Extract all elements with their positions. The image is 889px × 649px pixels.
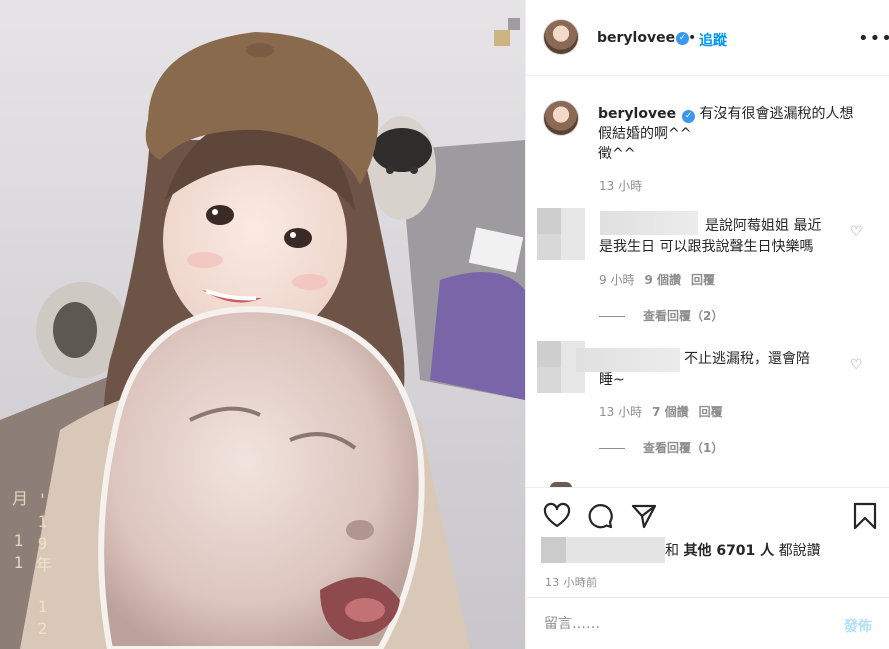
comment-time[interactable]: 13 小時 bbox=[599, 405, 642, 419]
liker-blurred bbox=[541, 537, 665, 563]
caption-line-2: 假結婚的啊^^ bbox=[598, 126, 692, 142]
author-username[interactable]: berylovee bbox=[597, 30, 675, 46]
replies-divider bbox=[599, 316, 625, 317]
comment-text-line-2: 是我生日 可以跟我說聲生日快樂嗎 bbox=[599, 239, 814, 255]
separator-dot: • bbox=[688, 30, 697, 46]
likes-suffix: 都說讚 bbox=[778, 543, 821, 559]
caption-time[interactable]: 13 小時 bbox=[599, 177, 642, 194]
commenter-name-blurred[interactable] bbox=[600, 211, 698, 235]
verified-badge-icon: ✓ bbox=[682, 110, 696, 123]
selfie-image bbox=[0, 0, 525, 649]
comment-reply-button[interactable]: 回覆 bbox=[699, 405, 723, 419]
author-avatar[interactable] bbox=[543, 19, 579, 55]
caption-line-1: 有沒有很會逃漏稅的人想 bbox=[699, 106, 854, 122]
commenter-avatar[interactable] bbox=[537, 208, 585, 260]
likes-count[interactable]: 其他 6701 人 bbox=[683, 543, 774, 559]
comment-likes[interactable]: 7 個讚 bbox=[652, 405, 689, 419]
comment-meta: 13 小時 7 個讚 回覆 bbox=[599, 403, 723, 420]
likes-summary[interactable]: 和 其他 6701 人 都說讚 bbox=[541, 537, 881, 563]
post-header: berylovee ✓ • 追蹤 ••• bbox=[526, 0, 889, 76]
comment-icon[interactable] bbox=[586, 502, 614, 530]
comment-like-heart-icon[interactable]: ♡ bbox=[850, 357, 863, 373]
comment-text-line-2: 睡~ bbox=[599, 372, 625, 388]
follow-button[interactable]: 追蹤 bbox=[699, 30, 727, 50]
comment-time[interactable]: 9 小時 bbox=[599, 273, 634, 287]
caption-avatar[interactable] bbox=[543, 100, 579, 136]
post-comment-button[interactable]: 發佈 bbox=[844, 616, 872, 636]
commenter-name-blurred[interactable] bbox=[576, 348, 680, 372]
view-replies-label: 查看回覆（1） bbox=[643, 441, 724, 455]
add-comment-bar: 發佈 bbox=[526, 597, 889, 649]
caption-text: berylovee ✓ 有沒有很會逃漏稅的人想 假結婚的啊^^ 徵^^ bbox=[598, 104, 863, 164]
likes-prefix: 和 bbox=[665, 543, 679, 559]
comment-input[interactable] bbox=[544, 612, 824, 636]
post-photo[interactable]: '19年 12月 11 bbox=[0, 0, 525, 649]
comment-like-heart-icon[interactable]: ♡ bbox=[850, 224, 863, 240]
replies-divider bbox=[599, 448, 625, 449]
comment-likes[interactable]: 9 個讚 bbox=[644, 273, 681, 287]
comment-text-line-1: 是說阿莓姐姐 最近 bbox=[705, 218, 822, 234]
view-replies-button[interactable]: 查看回覆（1） bbox=[599, 439, 723, 456]
caption-username[interactable]: berylovee bbox=[598, 106, 676, 122]
post-timestamp[interactable]: 13 小時前 bbox=[545, 574, 597, 590]
comment-text-line-1: 不止逃漏稅，還會陪 bbox=[684, 351, 810, 367]
comment-reply-button[interactable]: 回覆 bbox=[691, 273, 715, 287]
more-options-icon[interactable]: ••• bbox=[858, 28, 889, 49]
comment-meta: 9 小時 9 個讚 回覆 bbox=[599, 271, 715, 288]
likes-text: 和 其他 6701 人 都說讚 bbox=[665, 540, 821, 560]
caption-line-3: 徵^^ bbox=[598, 146, 636, 162]
view-replies-button[interactable]: 查看回覆（2） bbox=[599, 307, 723, 324]
bookmark-icon[interactable] bbox=[851, 502, 879, 530]
view-replies-label: 查看回覆（2） bbox=[643, 309, 724, 323]
heart-icon[interactable] bbox=[543, 502, 571, 530]
share-icon[interactable] bbox=[630, 502, 658, 530]
date-stamp: '19年 12月 11 bbox=[9, 490, 52, 641]
post-details-panel: berylovee ✓ • 追蹤 ••• berylovee ✓ 有沒有很會逃漏稅… bbox=[525, 0, 889, 649]
post-actions: 和 其他 6701 人 都說讚 13 小時前 bbox=[526, 487, 889, 597]
